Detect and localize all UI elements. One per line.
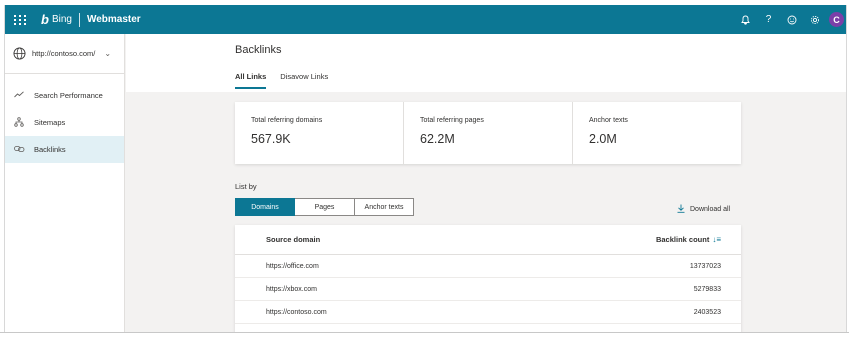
segment-pages[interactable]: Pages — [295, 198, 355, 216]
bottom-divider — [0, 332, 849, 333]
stat-label: Anchor texts — [589, 117, 628, 124]
backlink-count-cell: 5279833 — [693, 285, 721, 293]
header-actions: ? C — [734, 5, 844, 34]
trend-icon — [13, 91, 25, 100]
sidebar-item-backlinks[interactable]: Backlinks — [5, 136, 124, 163]
table-row[interactable]: https://office.com 13737023 — [235, 255, 741, 278]
stat-label: Total referring pages — [420, 117, 484, 124]
stat-value: 567.9K — [251, 132, 291, 146]
tab-disavow-links[interactable]: Disavow Links — [280, 72, 328, 89]
globe-icon — [13, 47, 26, 60]
sidebar-item-label: Search Performance — [34, 91, 103, 100]
list-by-label: List by — [235, 182, 257, 191]
site-url: http://contoso.com/ — [32, 49, 96, 58]
backlink-count-cell: 2403523 — [693, 308, 721, 316]
brand[interactable]: b Bing Webmaster — [41, 12, 141, 27]
stat-referring-domains: Total referring domains 567.9K — [235, 102, 404, 164]
product-name: Webmaster — [86, 14, 141, 25]
bing-logo-icon: b — [41, 12, 49, 27]
sitemap-icon — [13, 116, 25, 129]
table-header: Source domain Backlink count ↓≡ — [235, 225, 741, 255]
source-domain-cell: https://contoso.com — [266, 308, 327, 316]
app-window: b Bing Webmaster ? C http://contoso.com/… — [4, 5, 847, 332]
stat-value: 62.2M — [420, 132, 455, 146]
settings-icon[interactable] — [803, 5, 826, 34]
page-header: Backlinks All Links Disavow Links — [126, 34, 846, 92]
sidebar-item-label: Backlinks — [34, 145, 66, 154]
tab-all-links[interactable]: All Links — [235, 72, 267, 89]
list-by-segmented-control: Domains Pages Anchor texts — [235, 198, 414, 216]
backlinks-table: Source domain Backlink count ↓≡ https://… — [235, 225, 741, 332]
table-row[interactable]: https://contoso.com 2403523 — [235, 301, 741, 324]
tab-bar: All Links Disavow Links — [235, 72, 342, 89]
segment-domains[interactable]: Domains — [235, 198, 295, 216]
download-all-button[interactable]: Download all — [677, 204, 730, 215]
feedback-icon[interactable] — [780, 5, 803, 34]
table-row[interactable]: https://xbox.com 5279833 — [235, 278, 741, 301]
sidebar: http://contoso.com/ ⌄ Search Performance… — [5, 34, 125, 332]
source-domain-cell: https://office.com — [266, 262, 319, 270]
site-picker[interactable]: http://contoso.com/ ⌄ — [5, 34, 124, 74]
stat-label: Total referring domains — [251, 117, 323, 124]
link-icon — [13, 145, 25, 155]
brand-name: Bing — [51, 14, 72, 25]
download-all-label: Download all — [690, 206, 731, 213]
source-domain-cell: https://xbox.com — [266, 285, 317, 293]
notification-icon[interactable] — [734, 5, 757, 34]
top-bar: b Bing Webmaster ? C — [5, 5, 846, 34]
sort-descending-icon[interactable]: ↓≡ — [712, 235, 721, 244]
main-content: Backlinks All Links Disavow Links Total … — [126, 34, 846, 332]
column-header-backlink-count[interactable]: Backlink count ↓≡ — [656, 235, 721, 244]
backlink-count-cell: 13737023 — [689, 262, 721, 270]
stat-referring-pages: Total referring pages 62.2M — [404, 102, 573, 164]
download-icon — [677, 204, 685, 215]
stat-anchor-texts: Anchor texts 2.0M — [573, 102, 741, 164]
brand-divider — [78, 12, 80, 27]
stat-value: 2.0M — [589, 132, 617, 146]
sidebar-item-label: Sitemaps — [34, 118, 66, 127]
help-icon[interactable]: ? — [757, 5, 780, 34]
page-title: Backlinks — [235, 44, 282, 56]
segment-anchor-texts[interactable]: Anchor texts — [355, 198, 414, 216]
chevron-down-icon: ⌄ — [104, 49, 112, 58]
column-header-source-domain[interactable]: Source domain — [266, 235, 320, 244]
sidebar-item-sitemaps[interactable]: Sitemaps — [5, 109, 124, 136]
stats-card: Total referring domains 567.9K Total ref… — [235, 102, 741, 164]
column-header-label: Backlink count — [655, 235, 710, 244]
app-launcher-icon[interactable] — [11, 11, 29, 29]
sidebar-item-search-performance[interactable]: Search Performance — [5, 82, 124, 109]
avatar[interactable]: C — [829, 12, 844, 27]
